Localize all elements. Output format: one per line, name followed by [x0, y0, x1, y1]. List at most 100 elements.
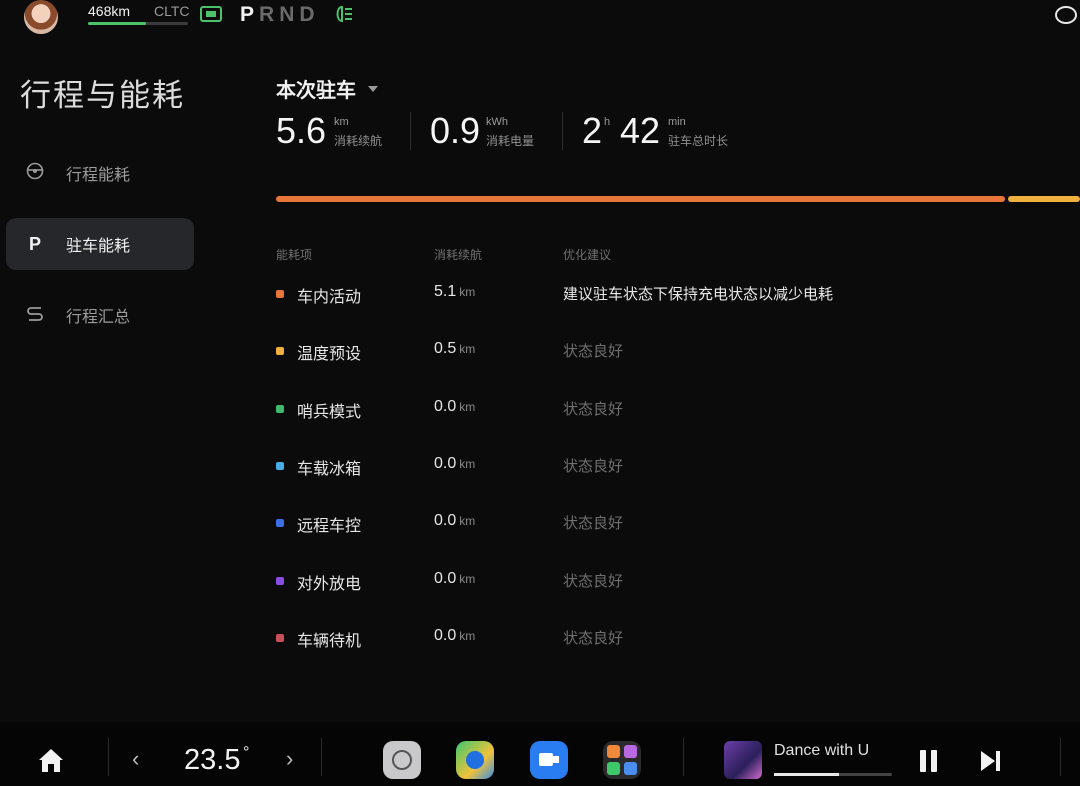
category-color-dot	[276, 576, 284, 585]
stat-value-hours: 2	[582, 110, 603, 151]
breakdown-segment	[276, 196, 1006, 202]
temperature-value: 23.5	[184, 744, 241, 776]
row-advice: 状态良好	[563, 457, 624, 475]
consumption-row: 车内活动 5.1 km 建议驻车状态下保持充电状态以减少电耗	[276, 283, 1056, 307]
gear-p: P	[240, 3, 260, 26]
row-unit: km	[459, 628, 476, 643]
range-level-fill	[88, 22, 146, 25]
pause-icon[interactable]	[920, 750, 938, 772]
stat-unit: km	[334, 116, 349, 128]
row-value: 0.0 km	[434, 512, 475, 530]
row-number: 0.0	[434, 626, 457, 644]
row-advice: 建议驻车状态下保持充电状态以减少电耗	[563, 286, 834, 303]
temperature-increase-button[interactable]: ›	[286, 746, 293, 772]
category-color-dot	[276, 633, 284, 642]
range-readout: 468km	[88, 3, 131, 19]
sidebar-item-trip-summary[interactable]: 行程汇总	[6, 289, 194, 341]
range-level-bar	[88, 22, 188, 25]
chevron-down-icon	[368, 85, 378, 92]
user-avatar[interactable]	[24, 0, 58, 34]
stat-energy-consumed: 0.9 kWh 消耗电量	[430, 110, 560, 151]
stat-unit-minutes: min	[668, 116, 686, 128]
row-advice: 状态良好	[563, 629, 624, 647]
page-title: 行程与能耗	[20, 78, 185, 113]
row-name: 温度预设	[297, 346, 362, 364]
temperature-decrease-button[interactable]: ‹	[132, 746, 139, 772]
home-icon[interactable]	[38, 749, 64, 773]
column-header-range: 消耗续航	[434, 248, 483, 262]
row-number: 0.0	[434, 512, 457, 530]
category-color-dot	[276, 519, 284, 528]
row-unit: km	[459, 571, 476, 586]
dock-divider	[683, 738, 684, 776]
stat-parking-duration: 2 h 42 min 驻车总时长	[582, 110, 752, 151]
sidebar-item-parking-energy[interactable]: P 驻车能耗	[6, 218, 194, 270]
row-number: 5.1	[434, 283, 457, 300]
headlight-icon	[332, 5, 354, 23]
row-advice: 状态良好	[563, 343, 624, 361]
sidebar-item-label: 驻车能耗	[66, 238, 131, 255]
row-number: 0.0	[434, 397, 457, 415]
row-name: 对外放电	[297, 575, 362, 593]
row-unit: km	[459, 342, 476, 357]
settings-app-icon[interactable]	[383, 741, 421, 779]
row-value: 0.0 km	[434, 455, 475, 473]
consumption-row: 温度预设 0.5 km 状态良好	[276, 340, 1056, 364]
row-unit: km	[459, 514, 476, 529]
dock-divider	[1060, 738, 1061, 776]
row-number: 0.0	[434, 454, 457, 472]
row-advice: 状态良好	[563, 515, 624, 533]
consumption-row: 对外放电 0.0 km 状态良好	[276, 570, 1056, 594]
gear-indicator: PRND	[240, 3, 320, 27]
row-number: 0.5	[434, 340, 457, 358]
gear-r: R	[259, 3, 280, 26]
row-advice: 状态良好	[563, 572, 624, 590]
consumption-row: 车辆待机 0.0 km 状态良好	[276, 627, 1056, 651]
sidebar-item-label: 行程汇总	[66, 309, 131, 326]
row-name: 车辆待机	[297, 632, 362, 650]
row-name: 车内活动	[297, 289, 362, 306]
song-title: Dance with U	[774, 742, 870, 759]
apps-grid-icon[interactable]	[603, 741, 641, 779]
row-name: 远程车控	[297, 518, 362, 536]
video-app-icon[interactable]	[530, 741, 568, 779]
song-progress-bar[interactable]	[774, 773, 892, 776]
stat-divider	[410, 112, 411, 150]
summary-icon	[24, 304, 46, 327]
row-value: 0.0 km	[434, 398, 475, 416]
row-unit: km	[459, 399, 476, 414]
stat-divider	[562, 112, 563, 150]
row-advice: 状态良好	[563, 400, 624, 418]
row-number: 0.0	[434, 569, 457, 587]
dropdown-label: 本次驻车	[276, 80, 356, 102]
temperature-unit: °	[243, 744, 250, 761]
bottom-dock: ‹ 23.5 ° › Dance with U	[0, 722, 1080, 786]
stat-range-consumed: 5.6 km 消耗续航	[276, 110, 406, 151]
row-unit: km	[459, 285, 476, 299]
navigation-app-icon[interactable]	[456, 741, 494, 779]
dock-divider	[108, 738, 109, 776]
parking-icon: P	[28, 233, 41, 254]
stat-unit: kWh	[486, 116, 508, 128]
row-value: 0.0 km	[434, 627, 475, 645]
song-progress-fill	[774, 773, 839, 776]
category-color-dot	[276, 404, 284, 413]
parking-session-dropdown[interactable]: 本次驻车	[276, 74, 378, 103]
sidebar-item-label: 行程能耗	[66, 167, 131, 184]
consumption-breakdown-bar	[276, 196, 1080, 202]
breakdown-segment	[1008, 196, 1080, 202]
stat-unit-hours: h	[604, 116, 611, 128]
row-name: 哨兵模式	[297, 403, 362, 421]
category-color-dot	[276, 290, 284, 298]
row-name: 车载冰箱	[297, 460, 362, 478]
stat-desc: 驻车总时长	[668, 134, 729, 148]
sidebar-item-trip-energy[interactable]: 行程能耗	[6, 147, 194, 199]
category-color-dot	[276, 461, 284, 470]
row-unit: km	[459, 456, 476, 471]
stat-value-minutes: 42	[620, 110, 661, 151]
voice-assistant-icon[interactable]	[1055, 6, 1077, 24]
stat-value: 5.6	[276, 110, 327, 151]
next-track-icon[interactable]	[981, 751, 1003, 771]
album-art[interactable]	[724, 741, 762, 779]
row-value: 0.0 km	[434, 570, 475, 588]
